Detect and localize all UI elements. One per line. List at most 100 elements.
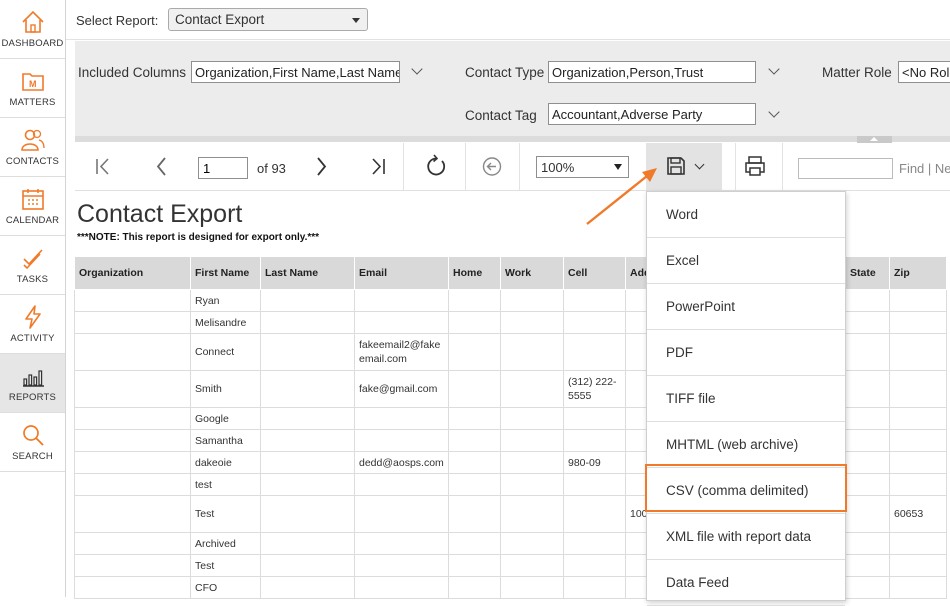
table-cell	[563, 407, 626, 430]
table-cell	[889, 429, 947, 452]
table-cell	[448, 370, 501, 408]
toolbar-separator	[735, 143, 736, 190]
matter-role-label: Matter Role	[822, 65, 892, 80]
report-select[interactable]: Contact Export	[168, 8, 368, 31]
search-icon	[23, 425, 44, 446]
toolbar-separator	[465, 143, 466, 190]
export-menu-item[interactable]: XML file with report data	[647, 514, 845, 560]
table-cell	[74, 407, 191, 430]
table-cell	[448, 289, 501, 312]
contact-tag-field[interactable]: Accountant,Adverse Party	[548, 103, 756, 125]
column-header: Last Name	[260, 256, 355, 290]
nav-activity[interactable]: ACTIVITY	[0, 295, 65, 354]
table-cell	[563, 576, 626, 599]
refresh-icon[interactable]	[424, 143, 448, 190]
export-menu-item[interactable]: TIFF file	[647, 376, 845, 422]
table-cell	[845, 495, 890, 533]
nav-calendar[interactable]: CALENDAR	[0, 177, 65, 236]
table-cell	[889, 451, 947, 474]
chevron-down-icon[interactable]	[768, 63, 780, 75]
table-cell	[448, 532, 501, 555]
table-cell: Smith	[190, 370, 261, 408]
table-cell	[354, 554, 449, 577]
matter-role-field[interactable]: <No Role	[898, 61, 950, 83]
table-cell	[448, 407, 501, 430]
chevron-down-icon[interactable]	[768, 106, 780, 118]
table-cell	[845, 429, 890, 452]
table-cell	[845, 532, 890, 555]
collapse-parameters-button[interactable]	[857, 136, 892, 143]
export-menu-item[interactable]: PDF	[647, 330, 845, 376]
nav-label: CONTACTS	[5, 156, 60, 167]
table-cell	[448, 451, 501, 474]
nav-label: TASKS	[16, 274, 49, 285]
nav-search[interactable]: SEARCH	[0, 413, 65, 472]
chevron-down-icon[interactable]	[411, 63, 423, 75]
table-cell: Ryan	[190, 289, 261, 312]
table-cell	[354, 289, 449, 312]
page-number-input[interactable]	[198, 157, 248, 179]
export-menu-item[interactable]: MHTML (web archive)	[647, 422, 845, 468]
previous-page-icon[interactable]	[152, 143, 172, 190]
last-page-icon[interactable]	[368, 143, 390, 190]
table-cell	[563, 429, 626, 452]
report-note: ***NOTE: This report is designed for exp…	[77, 232, 320, 243]
zoom-value: 100%	[541, 160, 575, 175]
export-menu-item[interactable]: Data Feed	[647, 560, 845, 606]
caret-down-icon	[352, 18, 360, 23]
nav-label: REPORTS	[8, 392, 57, 403]
table-cell: Test	[190, 495, 261, 533]
nav-label: DASHBOARD	[1, 38, 64, 49]
export-menu-item[interactable]: Excel	[647, 238, 845, 284]
nav-dashboard[interactable]: DASHBOARD	[0, 0, 65, 59]
first-page-icon[interactable]	[93, 143, 113, 190]
table-cell	[448, 311, 501, 334]
table-cell	[563, 532, 626, 555]
table-cell: 60653	[889, 495, 947, 533]
included-columns-label: Included Columns	[78, 65, 187, 80]
table-cell	[889, 407, 947, 430]
table-cell	[889, 289, 947, 312]
next-page-icon[interactable]	[311, 143, 331, 190]
table-cell	[260, 407, 355, 430]
nav-contacts[interactable]: CONTACTS	[0, 118, 65, 177]
annotation-arrow-icon	[586, 168, 657, 225]
nav-matters[interactable]: M MATTERS	[0, 59, 65, 118]
back-to-parent-icon[interactable]	[481, 143, 503, 190]
activity-icon	[25, 305, 41, 329]
column-header: Work	[500, 256, 564, 290]
table-cell	[74, 495, 191, 533]
table-cell	[354, 473, 449, 496]
table-cell	[74, 451, 191, 474]
table-cell	[845, 370, 890, 408]
export-menu-item[interactable]: PowerPoint	[647, 284, 845, 330]
table-cell: (312) 222-5555	[563, 370, 626, 408]
svg-text:M: M	[29, 79, 37, 89]
nav-label: MATTERS	[9, 97, 56, 108]
table-cell	[260, 370, 355, 408]
export-menu-item[interactable]: Word	[647, 192, 845, 238]
table-cell	[260, 429, 355, 452]
table-cell: dakeoie	[190, 451, 261, 474]
print-icon[interactable]	[743, 143, 767, 190]
table-cell: Test	[190, 554, 261, 577]
nav-reports[interactable]: REPORTS	[0, 354, 65, 413]
contact-type-field[interactable]: Organization,Person,Trust	[548, 61, 756, 83]
nav-tasks[interactable]: TASKS	[0, 236, 65, 295]
table-cell	[500, 289, 564, 312]
table-cell	[889, 554, 947, 577]
find-links[interactable]: Find | Ne	[899, 161, 950, 176]
included-columns-field[interactable]: Organization,First Name,Last Name	[191, 61, 400, 83]
nav-label: ACTIVITY	[10, 333, 55, 344]
table-cell	[889, 532, 947, 555]
column-header: State	[845, 256, 890, 290]
table-cell	[448, 576, 501, 599]
table-cell	[354, 576, 449, 599]
export-menu: Word Excel PowerPoint PDF TIFF file MHTML (we…	[646, 191, 846, 606]
table-cell: Melisandre	[190, 311, 261, 334]
table-cell	[563, 311, 626, 334]
sidebar-nav: DASHBOARD M MATTERS CONTACTS CALENDAR TA…	[0, 0, 66, 597]
column-header: Organization	[74, 256, 191, 290]
find-input[interactable]	[798, 158, 893, 179]
table-cell: test	[190, 473, 261, 496]
